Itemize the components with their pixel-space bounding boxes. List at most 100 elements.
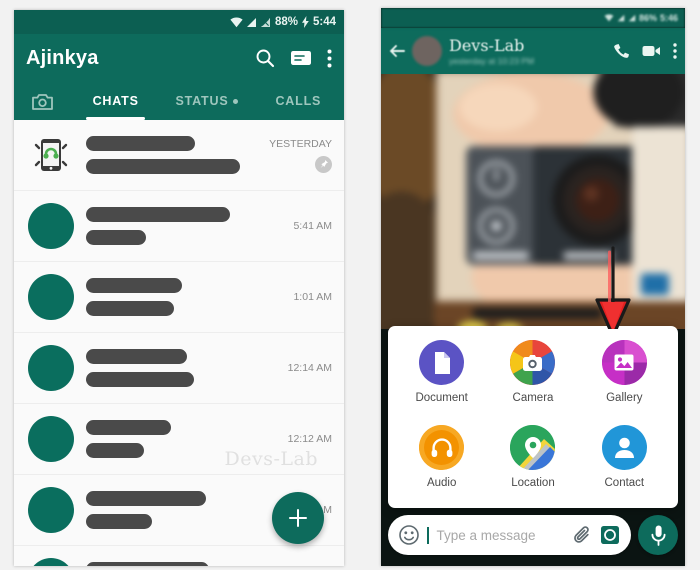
conversation-header[interactable]: Devs-Lab yesterday at 10:23 PM — [449, 36, 606, 66]
conversation-subtitle: yesterday at 10:23 PM — [449, 56, 535, 66]
avatar — [28, 487, 74, 533]
voice-record-button[interactable] — [638, 515, 678, 555]
redacted-name — [86, 491, 207, 506]
charging-bolt-icon — [301, 16, 309, 28]
list-item-text — [86, 278, 285, 316]
attachment-label: Location — [511, 477, 555, 489]
video-call-icon[interactable] — [642, 44, 661, 58]
tab-chats[interactable]: CHATS — [70, 82, 161, 120]
attachment-label: Gallery — [606, 392, 643, 404]
redacted-message — [86, 159, 241, 174]
list-item[interactable]: 1:01 AM — [14, 262, 344, 333]
list-item-text — [86, 420, 280, 458]
attachment-panel[interactable]: Document Camera Gallery Audio Location C… — [388, 326, 678, 508]
attachment-option-location[interactable]: Location — [487, 425, 578, 498]
right-app-bar: Devs-Lab yesterday at 10:23 PM — [381, 28, 685, 74]
chat-photo-message[interactable] — [381, 74, 685, 329]
right-phone-screen: 86% 5:46 Devs-Lab yesterday at 10:23 PM — [381, 8, 685, 566]
list-item[interactable] — [14, 546, 344, 566]
microphone-icon — [651, 525, 665, 546]
battery-percent: 88% — [274, 16, 298, 28]
battery-percent: 86% — [638, 13, 657, 23]
wifi-icon — [230, 16, 243, 27]
attachment-option-contact[interactable]: Contact — [579, 425, 670, 498]
avatar — [28, 274, 74, 320]
red-arrow-annotation — [593, 246, 633, 329]
avatar[interactable] — [412, 36, 442, 66]
list-item[interactable]: 12:14 AM — [14, 333, 344, 404]
attachment-option-document[interactable]: Document — [396, 340, 487, 413]
message-input-field[interactable]: Type a message — [388, 515, 631, 555]
tab-calls[interactable]: CALLS — [253, 82, 344, 120]
left-phone-screen: 88% 5:44 Ajinkya CHATS STATUS CALLS YEST… — [14, 10, 344, 566]
list-item[interactable]: YESTERDAY — [14, 120, 344, 191]
voice-call-icon[interactable] — [613, 43, 630, 60]
list-item-meta: 5:41 AM — [293, 220, 332, 232]
redacted-name — [86, 562, 209, 566]
tab-chats-label: CHATS — [92, 94, 139, 108]
list-item-time: 12:12 AM — [287, 433, 332, 445]
redacted-name — [86, 136, 195, 151]
map-pin-icon — [510, 425, 556, 470]
list-item[interactable]: 12:12 AM — [14, 404, 344, 475]
tab-camera[interactable] — [14, 82, 70, 120]
camera-icon[interactable] — [600, 525, 620, 545]
paperclip-icon[interactable] — [574, 525, 592, 545]
redacted-message — [86, 514, 152, 529]
signal-icon — [628, 14, 636, 22]
message-placeholder: Type a message — [436, 527, 536, 543]
list-item-text — [86, 349, 280, 387]
tab-status[interactable]: STATUS — [161, 82, 252, 120]
status-bar-clock: 5:44 — [312, 16, 336, 28]
left-tab-bar: CHATS STATUS CALLS — [14, 82, 344, 120]
chat-list[interactable]: YESTERDAY 5:41 AM 1:01 AM 12:14 AM 12:12… — [14, 120, 344, 566]
list-item-text — [86, 207, 285, 245]
list-item-text — [86, 562, 332, 566]
headphones-icon — [419, 425, 465, 470]
new-chat-fab[interactable] — [272, 492, 324, 544]
camera-icon — [31, 93, 53, 110]
list-item[interactable]: 5:41 AM — [14, 191, 344, 262]
list-item-meta: 1:01 AM — [293, 291, 332, 303]
avatar — [28, 558, 74, 566]
signal-icon — [260, 17, 270, 27]
search-icon[interactable] — [255, 48, 275, 68]
list-item-time: 12:14 AM — [287, 362, 332, 374]
attachment-label: Document — [415, 392, 468, 404]
avatar — [28, 203, 74, 249]
list-item-text — [86, 491, 280, 529]
signal-icon — [246, 17, 256, 27]
overflow-menu-icon[interactable] — [673, 43, 677, 59]
plus-icon — [289, 509, 307, 527]
emoji-smiley-icon[interactable] — [399, 525, 419, 545]
status-unread-dot — [233, 98, 239, 104]
avatar — [28, 345, 74, 391]
text-cursor — [427, 526, 429, 544]
list-item-meta: YESTERDAY — [269, 138, 332, 173]
attachment-grid: Document Camera Gallery Audio Location C… — [396, 340, 670, 498]
status-bar-icons — [230, 16, 271, 28]
redacted-name — [86, 420, 172, 435]
attachment-option-audio[interactable]: Audio — [396, 425, 487, 498]
redacted-message — [86, 230, 146, 245]
attachment-option-camera[interactable]: Camera — [487, 340, 578, 413]
camera-icon — [510, 340, 556, 385]
list-item-meta: 12:14 AM — [288, 362, 332, 374]
list-item-time: YESTERDAY — [269, 137, 332, 150]
redacted-message — [86, 372, 195, 387]
status-bar-clock: 5:46 — [659, 13, 678, 23]
list-item-text — [86, 136, 261, 174]
gallery-icon — [601, 340, 647, 385]
conversation-title: Devs-Lab — [449, 36, 525, 55]
back-arrow-icon[interactable] — [389, 44, 405, 58]
redacted-name — [86, 207, 230, 222]
attachment-option-gallery[interactable]: Gallery — [579, 340, 670, 413]
page-title: Ajinkya — [26, 46, 99, 69]
avatar — [28, 416, 74, 462]
redacted-name — [86, 349, 187, 364]
app-bar-actions — [255, 48, 332, 68]
pin-icon — [315, 155, 332, 173]
list-item-time: 1:01 AM — [293, 291, 332, 303]
new-chat-icon[interactable] — [290, 49, 312, 67]
overflow-menu-icon[interactable] — [327, 49, 332, 68]
